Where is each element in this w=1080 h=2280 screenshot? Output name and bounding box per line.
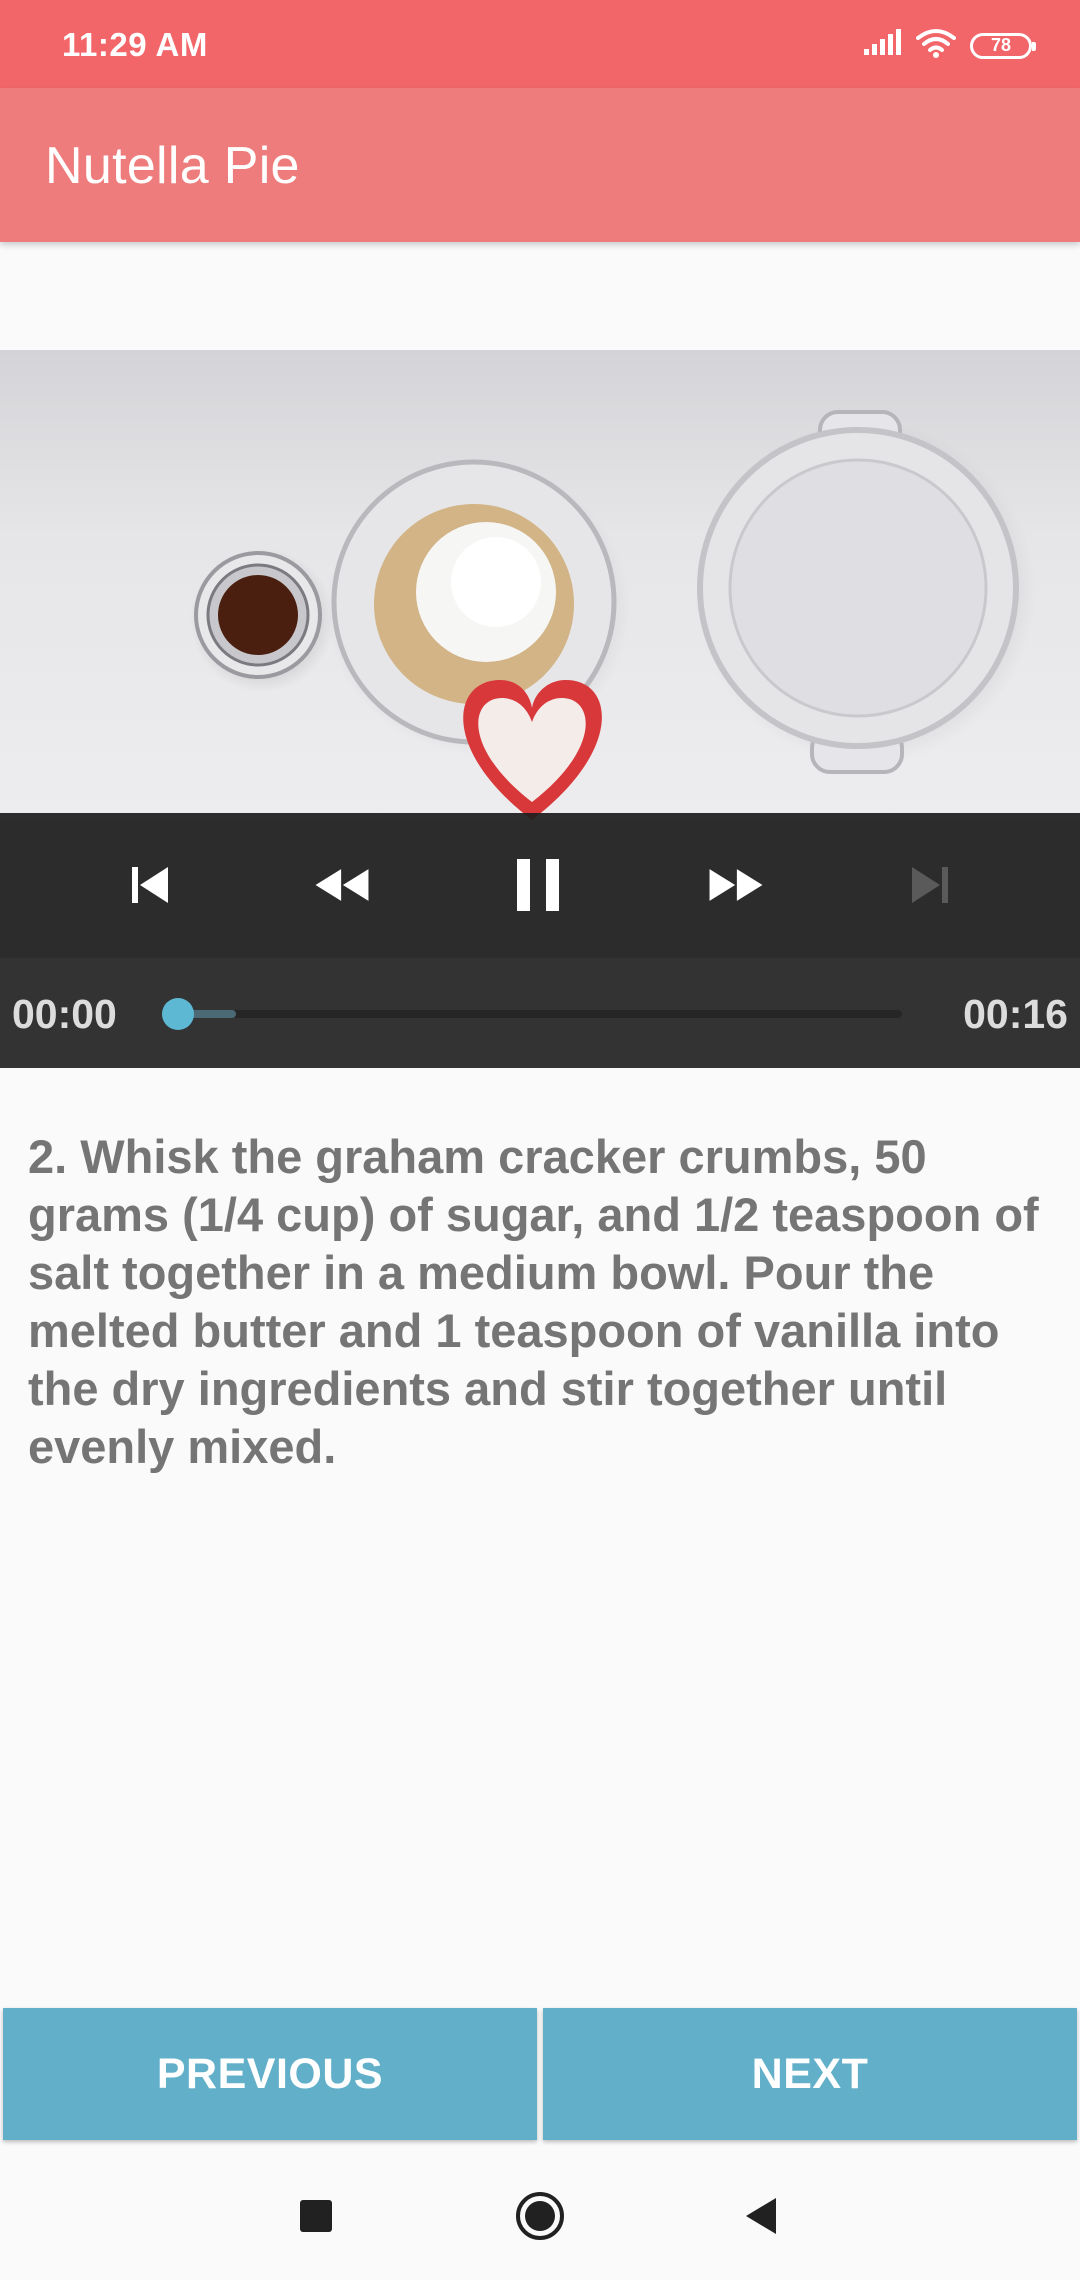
current-time: 00:00	[12, 991, 117, 1037]
page-title: Nutella Pie	[45, 137, 300, 195]
video-player[interactable]: 00:00 00:16	[0, 350, 1080, 1068]
signal-icon	[862, 29, 902, 62]
fast-forward-button[interactable]	[706, 853, 766, 917]
status-icons: 78	[862, 28, 1036, 63]
back-button[interactable]	[736, 2190, 788, 2242]
seek-thumb[interactable]	[162, 998, 194, 1030]
seek-bar-panel: 00:00 00:16	[0, 958, 1080, 1068]
video-frame[interactable]	[0, 350, 1080, 820]
pause-icon	[517, 859, 559, 911]
duration: 00:16	[963, 991, 1068, 1037]
playback-controls	[0, 813, 1080, 958]
system-navigation-bar	[0, 2148, 1080, 2280]
skip-next-icon	[912, 867, 948, 903]
step-description: 2. Whisk the graham cracker crumbs, 50 g…	[28, 1130, 1039, 1473]
status-bar: 11:29 AM 78	[0, 0, 1080, 88]
back-icon	[746, 2198, 776, 2234]
next-button[interactable]: NEXT	[543, 2008, 1077, 2140]
video-thumbnail-image	[190, 410, 1036, 820]
recents-button[interactable]	[290, 2190, 342, 2242]
rewind-icon	[315, 869, 369, 901]
battery-icon: 78	[970, 32, 1036, 59]
pause-button[interactable]	[508, 853, 568, 917]
skip-next-button[interactable]	[900, 853, 960, 917]
recents-icon	[300, 2200, 332, 2232]
skip-previous-button[interactable]	[120, 853, 180, 917]
wifi-icon	[916, 28, 956, 63]
rewind-button[interactable]	[312, 853, 372, 917]
home-button[interactable]	[514, 2190, 566, 2242]
battery-level: 78	[990, 35, 1012, 55]
app-bar: Nutella Pie	[0, 88, 1080, 242]
previous-button[interactable]: PREVIOUS	[3, 2008, 537, 2140]
recipe-step-screen: 11:29 AM 78 Nutella Pie 00:00 00:16 2. W…	[0, 0, 1080, 2280]
home-icon	[516, 2192, 564, 2240]
skip-previous-icon	[132, 867, 168, 903]
seek-track[interactable]	[162, 998, 902, 1030]
status-time: 11:29 AM	[62, 26, 208, 63]
fast-forward-icon	[709, 869, 763, 901]
